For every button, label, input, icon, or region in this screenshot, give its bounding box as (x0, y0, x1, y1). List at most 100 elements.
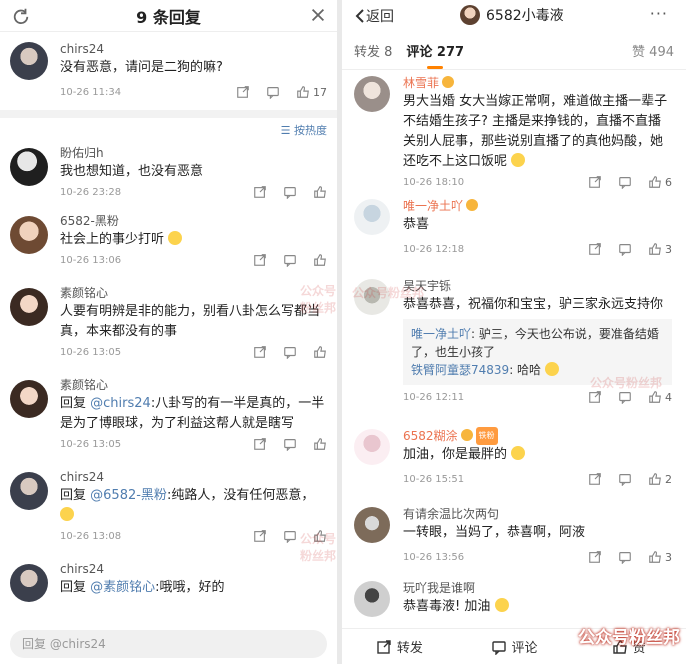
comment-label[interactable]: 评论 (512, 637, 538, 656)
comment-author[interactable]: 唯一净土吖 (403, 197, 672, 215)
close-icon[interactable] (309, 6, 327, 24)
comment-icon[interactable] (283, 185, 297, 199)
comment-author[interactable]: 素颜铭心 (60, 376, 327, 394)
like-icon[interactable] (313, 437, 327, 451)
avatar[interactable] (10, 472, 48, 510)
top-comment[interactable]: chirs24 没有恶意，请问是二狗的嘛? 10-26 11:34 17 (0, 32, 337, 110)
comment-author[interactable]: 昊天宇铄 (403, 277, 672, 295)
comment-icon[interactable] (618, 242, 632, 256)
comment-author[interactable]: 盼佑归h (60, 144, 327, 162)
quote-author[interactable]: 唯一净土吖 (411, 327, 471, 341)
comment-author[interactable]: 素颜铭心 (60, 284, 327, 302)
avatar[interactable] (354, 581, 390, 617)
reply-input[interactable]: 回复 @chirs24 (10, 630, 327, 658)
comment-author[interactable]: 林雪菲 (403, 74, 672, 92)
share-icon[interactable] (236, 85, 250, 99)
avatar[interactable] (354, 199, 390, 235)
avatar[interactable] (354, 507, 390, 543)
comment-author[interactable]: 有请余温比次两句 (403, 505, 672, 523)
comment-icon[interactable] (618, 175, 632, 189)
comment-author[interactable]: 玩吖我是谁啊 (403, 579, 672, 597)
repost-label[interactable]: 转发 (397, 637, 423, 656)
share-icon[interactable] (253, 185, 267, 199)
share-icon[interactable] (253, 345, 267, 359)
avatar[interactable] (354, 76, 390, 112)
comment-time: 10-26 23:28 (60, 186, 122, 198)
comment-icon[interactable] (283, 437, 297, 451)
like-icon[interactable] (313, 345, 327, 359)
back-label[interactable]: 返回 (366, 6, 394, 26)
reply-item[interactable]: 素颜铭心 人要有明辨是非的能力，别看八卦怎么写都当真，本来都没有的事 10-26… (0, 284, 337, 376)
like-icon[interactable] (313, 529, 327, 543)
like-icon[interactable] (648, 550, 662, 564)
tab-likes[interactable]: 赞 494 (632, 41, 674, 60)
like-icon[interactable] (313, 185, 327, 199)
reply-item[interactable]: chirs24 回复 @6582-黑粉:纯路人，没有任何恶意， 10-26 13… (0, 468, 337, 560)
share-icon[interactable] (588, 550, 602, 564)
avatar[interactable] (10, 564, 48, 602)
repost-button[interactable]: 转发 (342, 637, 457, 656)
comment-icon[interactable] (283, 345, 297, 359)
comment-item[interactable]: 唯一净土吖 恭喜 10-26 12:18 3 (342, 193, 686, 273)
like-icon[interactable] (648, 175, 662, 189)
post-author[interactable]: 6582小毒液 (486, 5, 564, 25)
comment-item[interactable]: 有请余温比次两句 一转眼，当妈了，恭喜啊，阿液 10-26 13:56 3 (342, 501, 686, 575)
back-button[interactable]: 返回 (354, 6, 394, 26)
comment-item[interactable]: 6582糊涂 铁粉 加油，你是最胖的 10-26 15:51 2 (342, 423, 686, 501)
avatar[interactable] (460, 5, 480, 25)
comment-author[interactable]: chirs24 (60, 40, 327, 58)
like-icon[interactable] (648, 390, 662, 404)
comment-author[interactable]: chirs24 (60, 468, 327, 486)
comment-icon[interactable] (618, 472, 632, 486)
reply-preview[interactable]: 唯一净土吖: 驴三，今天也公布说，要准备结婚了，也生小孩了 铁臂阿童瑟74839… (403, 319, 672, 385)
avatar[interactable] (354, 279, 390, 315)
sort-toggle[interactable]: ☰ 按热度 (0, 118, 337, 144)
avatar[interactable] (10, 380, 48, 418)
author-name[interactable]: 唯一净土吖 (403, 199, 463, 213)
quote-author[interactable]: 铁臂阿童瑟74839 (411, 363, 509, 377)
like-icon[interactable] (648, 242, 662, 256)
share-icon[interactable] (588, 175, 602, 189)
comment-item[interactable]: 昊天宇铄 恭喜恭喜，祝福你和宝宝，驴三家永远支持你 唯一净土吖: 驴三，今天也公… (342, 273, 686, 423)
sort-label[interactable]: 按热度 (294, 124, 327, 137)
avatar[interactable] (10, 216, 48, 254)
mention-link[interactable]: @素颜铭心 (90, 580, 155, 595)
comment-icon[interactable] (283, 253, 297, 267)
like-icon[interactable] (296, 85, 310, 99)
refresh-icon[interactable] (12, 7, 30, 25)
avatar[interactable] (10, 288, 48, 326)
share-icon[interactable] (588, 242, 602, 256)
comment-author[interactable]: chirs24 (60, 560, 327, 578)
comment-author[interactable]: 6582-黑粉 (60, 212, 327, 230)
avatar[interactable] (10, 42, 48, 80)
comment-icon[interactable] (618, 390, 632, 404)
mention-link[interactable]: @6582-黑粉 (90, 488, 167, 503)
comment-item[interactable]: 林雪菲 男大当婚 女大当嫁正常啊，难道做主播一辈子不结婚生孩子? 主播是来挣钱的… (342, 70, 686, 193)
share-icon[interactable] (588, 472, 602, 486)
avatar[interactable] (10, 148, 48, 186)
post-title[interactable]: 6582小毒液 (460, 5, 564, 25)
comment-icon[interactable] (283, 529, 297, 543)
comment-icon[interactable] (618, 550, 632, 564)
tab-comments[interactable]: 评论 277 (406, 41, 464, 69)
comment-item[interactable]: 玩吖我是谁啊 恭喜毒液! 加油 (342, 575, 686, 625)
comment-button[interactable]: 评论 (457, 637, 572, 656)
reply-item[interactable]: 盼佑归h 我也想知道，也没有恶意 10-26 23:28 (0, 144, 337, 212)
like-icon[interactable] (313, 253, 327, 267)
reply-item[interactable]: chirs24 回复 @素颜铭心:哦哦，好的 (0, 560, 337, 610)
avatar[interactable] (354, 429, 390, 465)
like-icon[interactable] (648, 472, 662, 486)
reply-item[interactable]: 6582-黑粉 社会上的事少打听 10-26 13:06 (0, 212, 337, 284)
share-icon[interactable] (588, 390, 602, 404)
author-name[interactable]: 林雪菲 (403, 76, 439, 90)
comment-icon[interactable] (266, 85, 280, 99)
share-icon[interactable] (253, 253, 267, 267)
reply-item[interactable]: 素颜铭心 回复 @chirs24:八卦写的有一半是真的，一半是为了博眼球，为了利… (0, 376, 337, 468)
tab-repost[interactable]: 转发 8 (354, 41, 392, 60)
comment-author[interactable]: 6582糊涂 铁粉 (403, 427, 672, 445)
mention-link[interactable]: @chirs24 (90, 396, 151, 411)
share-icon[interactable] (253, 529, 267, 543)
share-icon[interactable] (253, 437, 267, 451)
author-name[interactable]: 6582糊涂 (403, 429, 458, 443)
more-icon[interactable]: ··· (650, 4, 668, 23)
